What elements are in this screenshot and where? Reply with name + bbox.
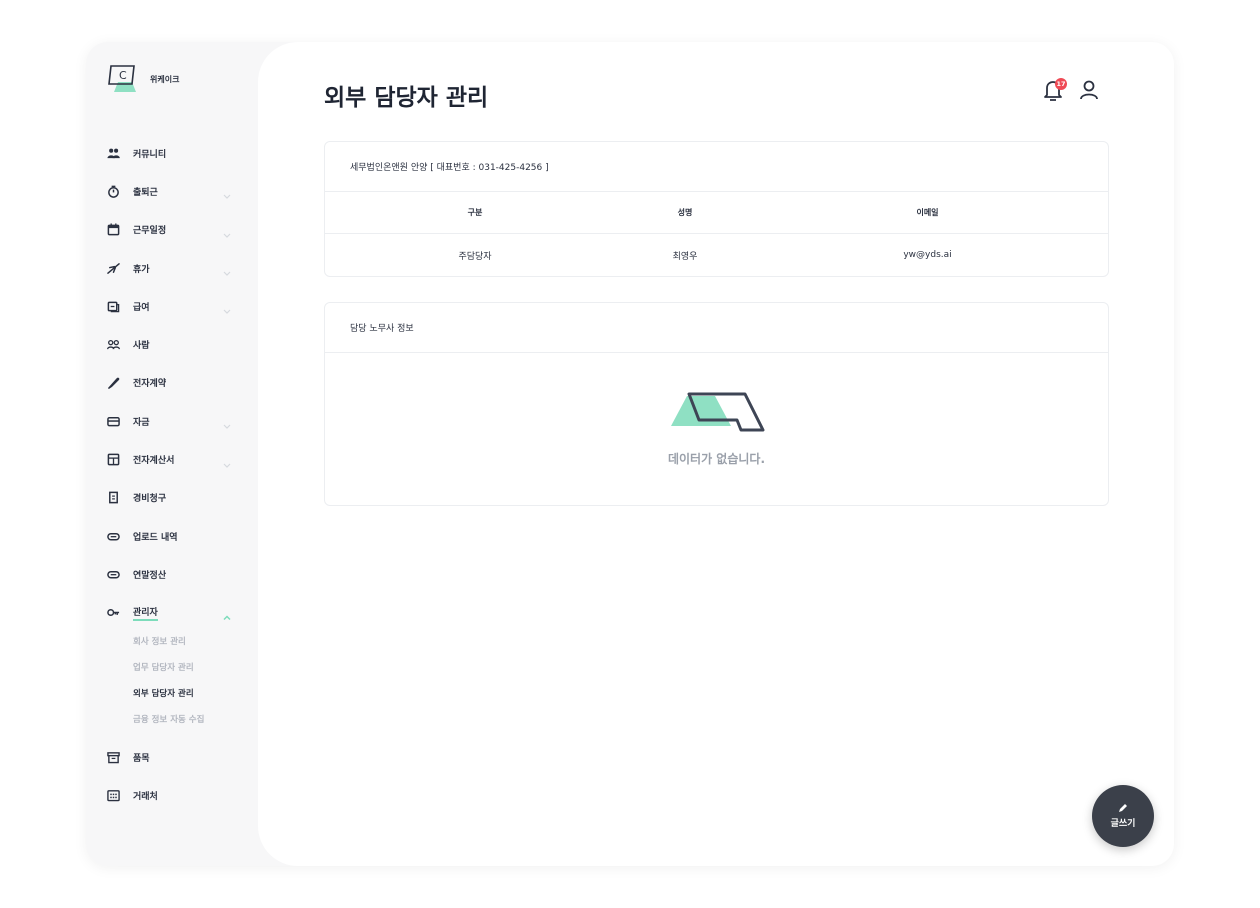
labor-card-header: 담당 노무사 정보 [325,303,1108,353]
users-icon [106,338,120,352]
empty-message: 데이터가 없습니다. [667,451,766,466]
sidebar-item-year-end-tax[interactable]: 연말정산 [106,555,236,593]
sidebar-item-label: 휴가 [133,264,150,275]
table-header: 구분 성명 이메일 [325,192,1108,234]
sidebar-item-label: 전자계산서 [133,456,175,467]
receipt-icon [106,491,120,505]
brand-name: 위케이크 [150,74,180,84]
sidebar: C 위케이크 커뮤니티 출퇴근 근무일정 휴가 급여 사람 전자계약 자금 전자… [86,42,258,866]
submenu-item-staff-manager[interactable]: 업무 담당자 관리 [133,654,236,680]
sidebar-item-label: 커뮤니티 [133,149,167,160]
profile-button[interactable] [1078,78,1100,102]
app-window: C 위케이크 커뮤니티 출퇴근 근무일정 휴가 급여 사람 전자계약 자금 전자… [86,42,1174,866]
table-row[interactable]: 주담당자 최영우 yw@yds.ai [325,234,1108,276]
column-header-email: 이메일 [916,208,939,217]
sidebar-item-e-invoice[interactable]: 전자계산서 [106,440,236,478]
page-title: 외부 담당자 관리 [324,85,489,111]
chevron-down-icon [222,186,232,200]
chevron-down-icon [222,416,232,430]
building-icon [106,788,120,802]
sidebar-item-e-contract[interactable]: 전자계약 [106,364,236,402]
cell-name: 최영우 [672,251,698,262]
write-post-button[interactable]: 글쓰기 [1092,785,1154,847]
pencil-icon [1119,804,1127,812]
brand[interactable]: C 위케이크 [106,64,179,94]
column-header-name: 성명 [677,208,693,217]
fab-label: 글쓰기 [1110,819,1136,829]
main-content: 외부 담당자 관리 17 세무법인온앤원 안양 [ 대표번호 : 031-425… [258,42,1174,866]
chevron-down-icon [222,301,232,315]
chevron-up-icon [222,608,232,620]
brand-logo-icon: C [106,64,142,94]
sidebar-item-products[interactable]: 품목 [106,738,236,776]
sidebar-item-admin[interactable]: 관리자 [106,594,236,632]
wallet-icon [106,299,120,313]
firm-card-header: 세무법인온앤원 안양 [ 대표번호 : 031-425-4256 ] [325,142,1108,192]
admin-submenu: 회사 정보 관리 업무 담당자 관리 외부 담당자 관리 금융 정보 자동 수집 [133,628,236,732]
sidebar-item-label: 자금 [133,417,150,428]
sidebar-item-upload-history[interactable]: 업로드 내역 [106,517,236,555]
chevron-down-icon [222,455,232,468]
stopwatch-icon [106,184,120,198]
chevron-down-icon [222,263,232,276]
sidebar-item-payroll[interactable]: 급여 [106,287,236,325]
invoice-icon [106,453,120,467]
column-header-type: 구분 [467,208,483,217]
sidebar-item-label: 사람 [133,341,150,352]
archive-icon [106,750,120,764]
firm-contact-card: 세무법인온앤원 안양 [ 대표번호 : 031-425-4256 ] 구분 성명… [324,141,1109,277]
notification-button[interactable]: 17 [1042,78,1067,102]
submenu-item-external-manager[interactable]: 외부 담당자 관리 [133,680,236,706]
sidebar-item-people[interactable]: 사람 [106,325,236,363]
sidebar-item-expense[interactable]: 경비청구 [106,479,236,517]
paperclip-icon [106,567,120,581]
sidebar-item-label: 급여 [133,302,150,313]
user-icon [1080,80,1098,100]
people-icon [106,146,120,160]
sidebar-item-vacation[interactable]: 휴가 [106,249,236,287]
sidebar-item-label: 경비청구 [133,494,167,505]
top-actions: 17 [1042,78,1100,102]
sidebar-item-clients[interactable]: 거래처 [106,776,236,814]
feather-icon [106,376,120,390]
sidebar-item-label: 출퇴근 [133,187,158,198]
chevron-down-icon [222,225,232,238]
sidebar-item-attendance[interactable]: 출퇴근 [106,172,236,210]
sidebar-menu: 커뮤니티 출퇴근 근무일정 휴가 급여 사람 전자계약 자금 전자계산서 경비청… [106,134,236,814]
labor-attorney-card: 담당 노무사 정보 데이터가 없습니다. [324,302,1109,506]
cell-type: 주담당자 [458,251,492,262]
key-icon [106,606,120,620]
sidebar-item-schedule[interactable]: 근무일정 [106,211,236,249]
svg-text:C: C [119,69,127,82]
paperclip-icon [106,529,120,543]
cell-email: yw@yds.ai [903,250,952,260]
sidebar-item-label: 근무일정 [133,226,167,237]
sidebar-item-label: 관리자 [133,605,158,621]
sidebar-item-funds[interactable]: 자금 [106,402,236,440]
airplane-icon [106,261,120,275]
sidebar-item-label: 거래처 [133,791,158,802]
sidebar-item-label: 연말정산 [133,570,167,581]
sidebar-item-label: 품목 [133,753,150,764]
empty-state: 데이터가 없습니다. [325,353,1108,505]
sidebar-item-community[interactable]: 커뮤니티 [106,134,236,172]
empty-box-icon [670,392,764,431]
submenu-item-financial-auto-collect[interactable]: 금융 정보 자동 수집 [133,706,236,732]
notification-badge: 17 [1055,78,1067,90]
sidebar-item-label: 업로드 내역 [133,532,178,543]
calendar-icon [106,223,120,237]
card-icon [106,414,120,428]
sidebar-item-label: 전자계약 [133,379,167,390]
